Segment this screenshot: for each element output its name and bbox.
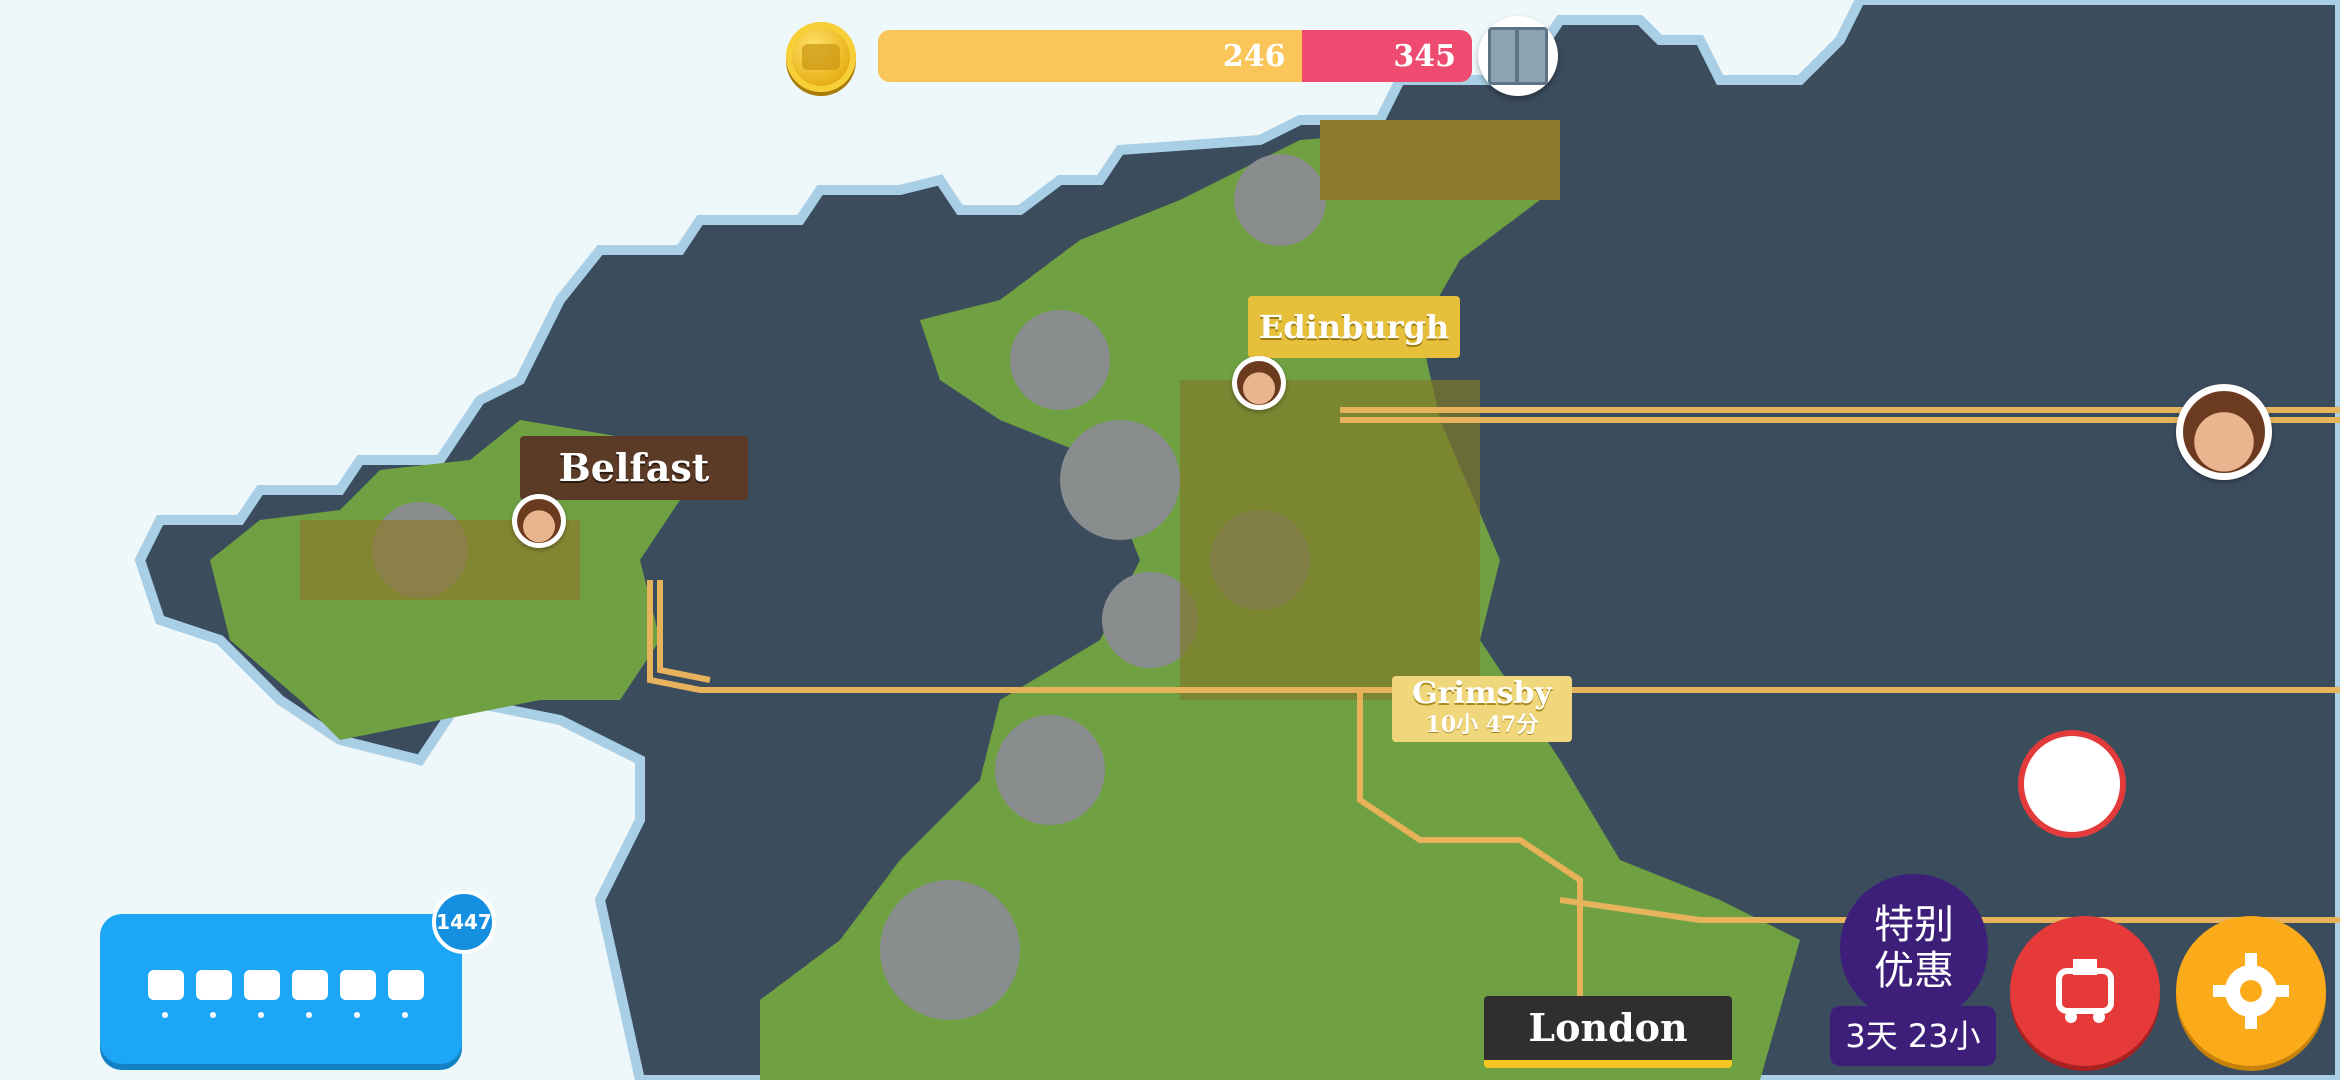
avatar[interactable] (2176, 384, 2272, 480)
offer-line1: 特别 (1874, 902, 1954, 948)
city-name: Grimsby (1412, 676, 1552, 711)
progress-current: 246 (1222, 38, 1286, 74)
train-count-badge: 1447 (432, 890, 496, 954)
offer-timer: 3天 23小 (1830, 1006, 1996, 1066)
locomotive-button[interactable] (2010, 916, 2160, 1066)
city-timer: 10小 47分 (1425, 712, 1539, 738)
settings-button[interactable] (2176, 916, 2326, 1066)
avatar (1232, 356, 1286, 410)
city-banner-grimsby[interactable]: Grimsby 10小 47分 (1392, 676, 1572, 742)
train-list-button[interactable] (100, 914, 462, 1064)
mountain (1060, 420, 1180, 540)
delivery-progress-bar: 246 345 (878, 30, 1472, 82)
mountain (995, 715, 1105, 825)
city-banner-edinburgh[interactable]: Edinburgh (1248, 296, 1460, 358)
progress-target: 345 (1393, 38, 1456, 74)
city-banner-london[interactable]: London (1484, 996, 1732, 1068)
avatar (512, 494, 566, 548)
forest (1180, 380, 1480, 700)
forest (1320, 120, 1560, 200)
city-banner-belfast[interactable]: Belfast (520, 436, 748, 500)
offer-line2: 优惠 (1874, 948, 1954, 994)
crate-icon[interactable] (1478, 16, 1558, 96)
mountain (1010, 310, 1110, 410)
special-offer-button[interactable]: 特别 优惠 (1840, 874, 1988, 1022)
mountain (880, 880, 1020, 1020)
gear-icon (2213, 953, 2289, 1029)
mountain (1234, 154, 1326, 246)
locomotive-icon (2056, 959, 2114, 1023)
train-coin-icon (786, 22, 856, 92)
horn-marker-icon[interactable] (2018, 730, 2126, 838)
